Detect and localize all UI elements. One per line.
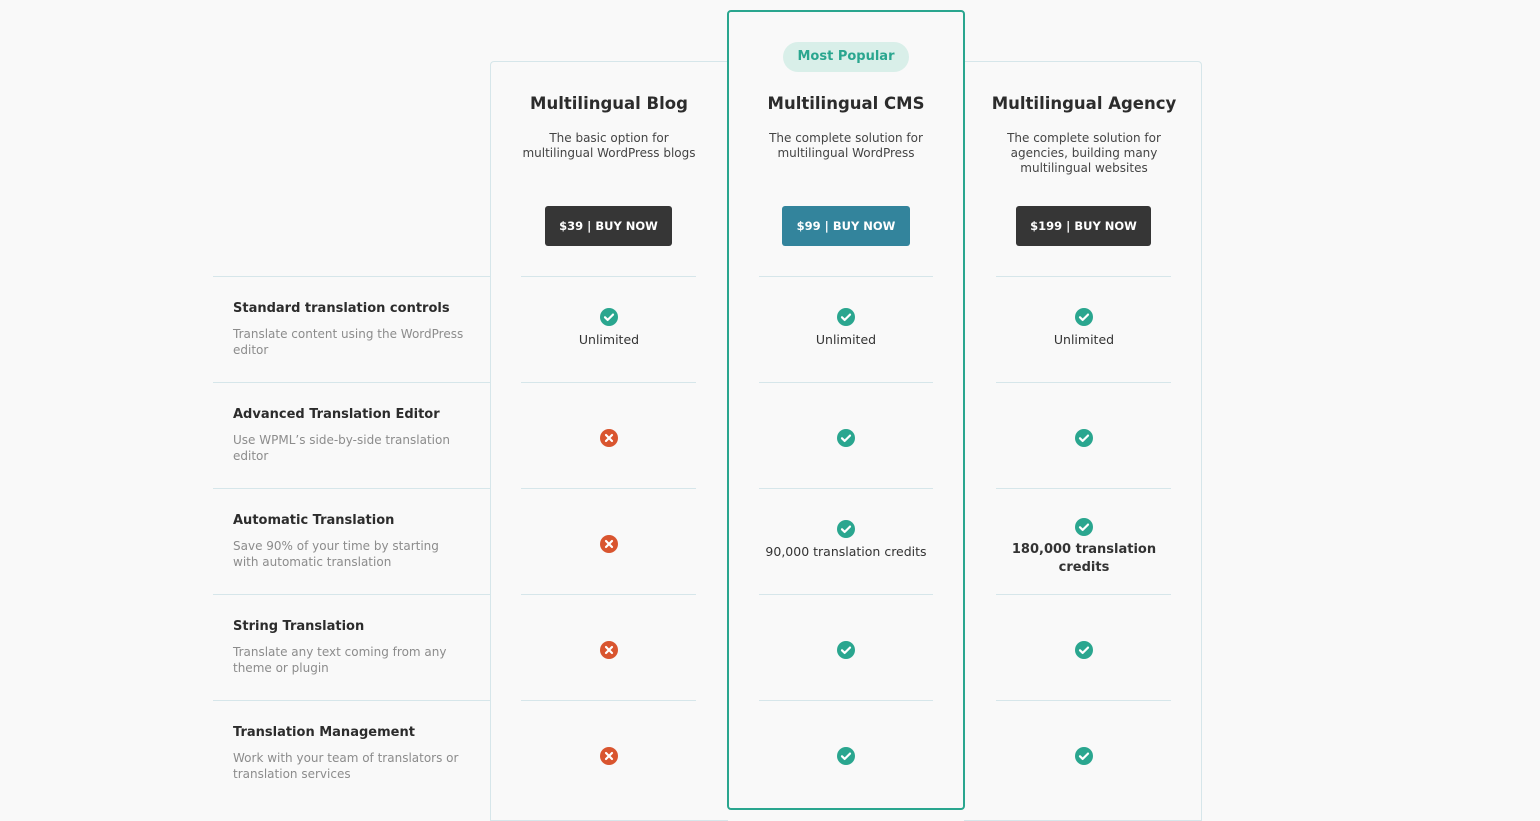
most-popular-badge: Most Popular — [783, 42, 909, 72]
feature-description: Work with your team of translators or tra… — [233, 750, 473, 782]
description-line: with automatic translation — [233, 555, 392, 569]
row-divider — [213, 594, 490, 595]
row-divider — [521, 594, 696, 595]
feature-title: Automatic Translation — [233, 513, 395, 528]
check-icon — [1075, 641, 1093, 659]
feature-cell — [490, 429, 728, 448]
buy-agency-button[interactable]: $199 | BUY NOW — [1016, 206, 1151, 246]
description-line: Translate content using the WordPress — [233, 327, 464, 341]
description-line: translation services — [233, 767, 351, 781]
feature-cell: Unlimited — [727, 308, 965, 349]
description-line: multilingual websites — [1020, 161, 1148, 175]
description-line: The complete solution for — [769, 131, 923, 145]
feature-value-line: credits — [1058, 560, 1110, 575]
plan-title-agency: Multilingual Agency — [991, 94, 1177, 113]
row-divider — [759, 382, 933, 383]
check-icon — [1075, 518, 1093, 536]
description-line: multilingual WordPress — [777, 146, 915, 160]
row-divider — [759, 276, 933, 277]
row-divider — [996, 700, 1171, 701]
description-line: editor — [233, 449, 269, 463]
plan-description-agency: The complete solution for agencies, buil… — [965, 131, 1203, 176]
feature-cell: 180,000 translation credits — [965, 518, 1203, 577]
feature-cell — [490, 747, 728, 766]
check-icon — [1075, 747, 1093, 765]
description-line: editor — [233, 343, 269, 357]
feature-cell — [965, 747, 1203, 766]
check-icon — [837, 641, 855, 659]
description-line: Work with your team of translators or — [233, 751, 459, 765]
row-divider — [996, 382, 1171, 383]
description-line: Translate any text coming from any — [233, 645, 447, 659]
feature-description: Translate content using the WordPress edi… — [233, 326, 473, 358]
row-divider — [759, 488, 933, 489]
feature-value: Unlimited — [578, 332, 640, 347]
feature-value: Unlimited — [815, 332, 877, 347]
feature-cell — [490, 641, 728, 660]
row-divider — [996, 276, 1171, 277]
check-icon — [837, 308, 855, 326]
feature-cell — [727, 429, 965, 448]
check-icon — [837, 747, 855, 765]
description-line: agencies, building many — [1010, 146, 1158, 160]
feature-value: 180,000 translation credits — [965, 541, 1203, 577]
plan-title-cms: Multilingual CMS — [767, 94, 925, 113]
check-icon — [837, 520, 855, 538]
cross-icon — [600, 641, 618, 659]
description-line: multilingual WordPress blogs — [522, 146, 696, 160]
description-line: Use WPML’s side-by-side translation — [233, 433, 450, 447]
feature-description: Save 90% of your time by starting with au… — [233, 538, 473, 570]
plan-description-cms: The complete solution for multilingual W… — [727, 131, 965, 161]
row-divider — [213, 382, 490, 383]
buy-cms-button[interactable]: $99 | BUY NOW — [782, 206, 910, 246]
row-divider — [213, 700, 490, 701]
row-divider — [213, 276, 490, 277]
buy-blog-button[interactable]: $39 | BUY NOW — [545, 206, 672, 246]
cross-icon — [600, 429, 618, 447]
check-icon — [1075, 429, 1093, 447]
feature-cell — [965, 429, 1203, 448]
feature-title: Translation Management — [233, 725, 415, 740]
row-divider — [521, 382, 696, 383]
feature-cell — [965, 641, 1203, 660]
row-divider — [213, 488, 490, 489]
feature-cell: Unlimited — [965, 308, 1203, 349]
feature-title: String Translation — [233, 619, 365, 634]
feature-value: Unlimited — [1053, 332, 1115, 347]
row-divider — [996, 594, 1171, 595]
feature-value-line: 180,000 translation — [1011, 542, 1157, 557]
cross-icon — [600, 535, 618, 553]
feature-cell — [490, 535, 728, 554]
description-line: The complete solution for — [1007, 131, 1161, 145]
feature-value: 90,000 translation credits — [765, 544, 927, 559]
row-divider — [521, 700, 696, 701]
feature-cell: Unlimited — [490, 308, 728, 349]
feature-description: Translate any text coming from any theme … — [233, 644, 473, 676]
description-line: The basic option for — [549, 131, 669, 145]
plan-title-blog: Multilingual Blog — [530, 94, 688, 113]
feature-title: Standard translation controls — [233, 301, 450, 316]
check-icon — [837, 429, 855, 447]
row-divider — [996, 488, 1171, 489]
feature-title: Advanced Translation Editor — [233, 407, 440, 422]
plan-description-blog: The basic option for multilingual WordPr… — [490, 131, 728, 161]
feature-column-divider — [490, 276, 491, 782]
row-divider — [759, 594, 933, 595]
description-line: Save 90% of your time by starting — [233, 539, 439, 553]
feature-cell — [727, 641, 965, 660]
feature-cell — [727, 747, 965, 766]
check-icon — [600, 308, 618, 326]
plan-card-cms-highlighted — [727, 10, 965, 810]
description-line: theme or plugin — [233, 661, 329, 675]
feature-cell: 90,000 translation credits — [727, 520, 965, 561]
row-divider — [521, 276, 696, 277]
cross-icon — [600, 747, 618, 765]
row-divider — [759, 700, 933, 701]
check-icon — [1075, 308, 1093, 326]
row-divider — [521, 488, 696, 489]
feature-description: Use WPML’s side-by-side translation edito… — [233, 432, 473, 464]
